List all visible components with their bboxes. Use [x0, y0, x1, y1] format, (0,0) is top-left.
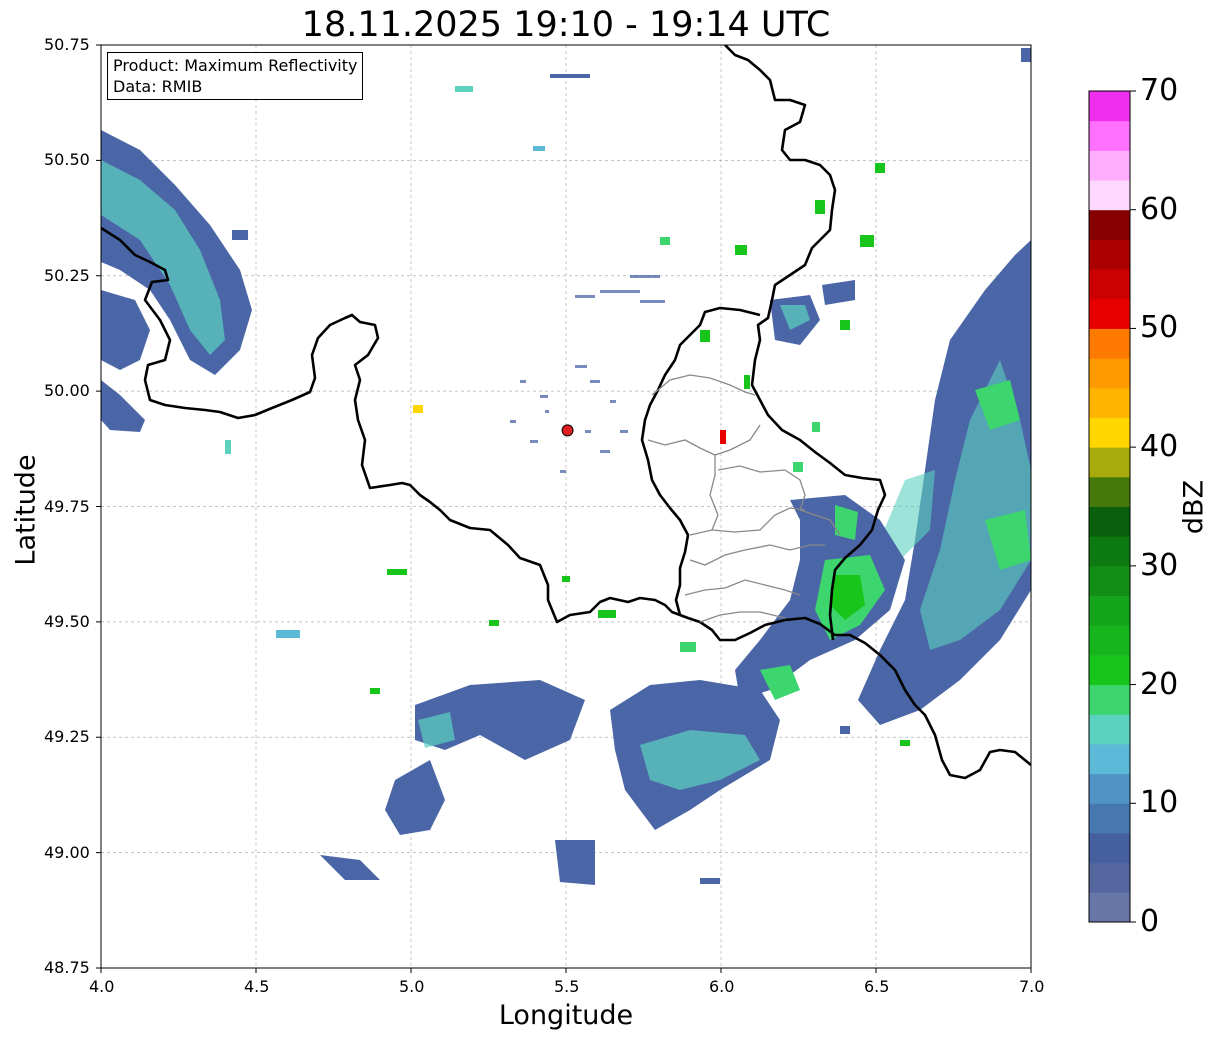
y-tick-label: 49.50 — [44, 611, 90, 631]
y-axis-ticks — [96, 44, 101, 969]
radar-map — [96, 44, 1032, 973]
x-tick-label: 7.0 — [1019, 977, 1045, 996]
product-label: Product: Maximum Reflectivity — [113, 56, 358, 75]
y-tick-label: 49.25 — [44, 727, 90, 747]
y-tick-label: 50.50 — [44, 150, 90, 170]
x-tick-label: 4.0 — [89, 977, 115, 996]
y-tick-label: 49.00 — [44, 842, 90, 862]
colorbar-tick-label: 20 — [1140, 666, 1179, 702]
radar-site-marker — [561, 424, 574, 437]
x-tick-label: 6.0 — [709, 977, 735, 996]
x-axis-ticks — [100, 968, 1032, 973]
info-box: Product: Maximum Reflectivity Data: RMIB — [107, 52, 364, 100]
colorbar-tick-label: 50 — [1140, 310, 1179, 346]
x-axis-label: Longitude — [498, 1000, 634, 1031]
y-tick-label: 49.75 — [44, 496, 90, 516]
x-tick-label: 4.5 — [244, 977, 270, 996]
x-tick-label: 5.5 — [554, 977, 580, 996]
colorbar-tick-label: 30 — [1140, 547, 1179, 583]
data-source-label: Data: RMIB — [113, 77, 203, 96]
y-tick-label: 50.75 — [44, 35, 90, 54]
y-tick-label: 50.00 — [44, 381, 90, 401]
colorbar-tick-label: 40 — [1140, 429, 1179, 465]
y-tick-label: 48.75 — [44, 958, 90, 977]
colorbar-label: dBZ — [1178, 479, 1210, 535]
colorbar-tick-label: 0 — [1140, 904, 1160, 939]
x-tick-label: 5.0 — [399, 977, 425, 996]
y-tick-label: 50.25 — [44, 265, 90, 285]
colorbar-tick-label: 60 — [1140, 191, 1179, 227]
colorbar-tick-label: 10 — [1140, 785, 1179, 821]
x-tick-label: 6.5 — [864, 977, 890, 996]
colorbar-tick-label: 70 — [1140, 73, 1179, 108]
y-axis-label: Latitude — [10, 454, 42, 566]
